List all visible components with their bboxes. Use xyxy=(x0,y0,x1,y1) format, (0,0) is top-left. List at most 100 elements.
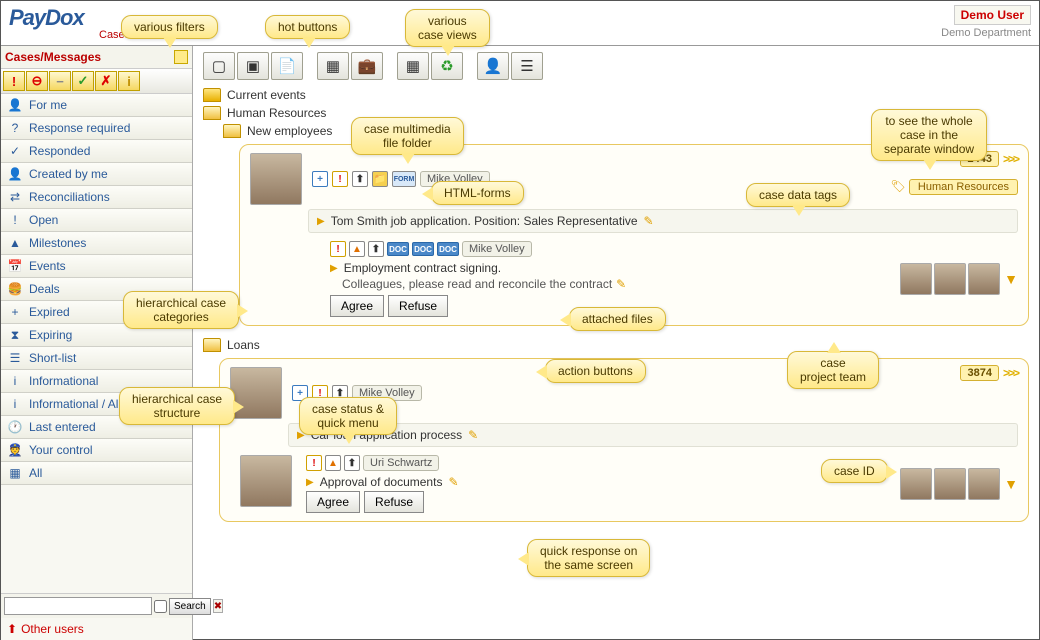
search-checkbox[interactable] xyxy=(154,600,167,613)
toolbar-group-view: ▦ ♻ xyxy=(397,52,463,80)
tb-new-sub-button[interactable]: ▣ xyxy=(237,52,269,80)
tree-root[interactable]: Current events xyxy=(203,88,1029,102)
subcase-author[interactable]: Mike Volley xyxy=(462,241,532,257)
filter-label: Response required xyxy=(29,121,130,135)
search-input[interactable] xyxy=(4,597,152,615)
status-icon[interactable]: ! xyxy=(306,455,322,471)
tb-list-button[interactable]: ☰ xyxy=(511,52,543,80)
tb-new-case-button[interactable]: ▢ xyxy=(203,52,235,80)
cone-icon[interactable]: ▲ xyxy=(349,241,365,257)
sidebar-filter-item[interactable]: ▲Milestones xyxy=(1,232,192,255)
expand-button[interactable]: + xyxy=(312,171,328,187)
callout-hier-cat: hierarchical case categories xyxy=(123,291,239,329)
refuse-button[interactable]: Refuse xyxy=(364,491,424,513)
doc-icon[interactable]: DOC xyxy=(437,242,459,256)
doc-icon[interactable]: DOC xyxy=(412,242,434,256)
subcase-title: Approval of documents xyxy=(320,475,443,489)
hot-button[interactable]: ! xyxy=(3,71,25,91)
other-users-link[interactable]: ⬆ Other users xyxy=(1,618,192,640)
subcase-author[interactable]: Uri Schwartz xyxy=(363,455,439,471)
agree-button[interactable]: Agree xyxy=(306,491,360,513)
team-avatar[interactable] xyxy=(900,263,932,295)
subcase-title-row[interactable]: ▶ Employment contract signing. xyxy=(330,261,892,275)
tb-user-delete-button[interactable]: 👤 xyxy=(477,52,509,80)
hot-button[interactable]: − xyxy=(49,71,71,91)
avatar[interactable] xyxy=(250,153,302,205)
filter-icon: + xyxy=(7,305,23,319)
open-window-icon[interactable]: >>> xyxy=(1003,366,1018,380)
sub-case: ! ▲ ⬆ DOC DOC DOC Mike Volley ▶ Employme… xyxy=(330,241,1018,317)
hot-button[interactable]: i xyxy=(118,71,140,91)
edit-icon[interactable]: ✎ xyxy=(616,277,626,291)
refuse-button[interactable]: Refuse xyxy=(388,295,448,317)
callout-actions: action buttons xyxy=(545,359,646,383)
sidebar-filter-item[interactable]: ⇄Reconciliations xyxy=(1,186,192,209)
filter-label: Short-list xyxy=(29,351,76,365)
tb-calendar-button[interactable]: ▦ xyxy=(317,52,349,80)
case-id-badge[interactable]: 3874 xyxy=(960,365,998,381)
tb-grid-view-button[interactable]: ▦ xyxy=(397,52,429,80)
tb-refresh-button[interactable]: ♻ xyxy=(431,52,463,80)
toolbar: ▢ ▣ 📄 ▦ 💼 ▦ ♻ 👤 ☰ xyxy=(203,52,1029,80)
team-avatar[interactable] xyxy=(934,468,966,500)
up-button[interactable]: ⬆ xyxy=(344,455,360,471)
case-tag[interactable]: Human Resources xyxy=(909,179,1018,195)
filter-icon: 👤 xyxy=(7,167,23,181)
sub-case-head: ! ▲ ⬆ DOC DOC DOC Mike Volley xyxy=(330,241,892,257)
note-icon[interactable] xyxy=(174,50,188,64)
folder-button[interactable]: 📁 xyxy=(372,171,388,187)
project-team[interactable]: ▼ xyxy=(900,241,1018,317)
agree-button[interactable]: Agree xyxy=(330,295,384,317)
edit-icon[interactable]: ✎ xyxy=(644,214,654,228)
form-button[interactable]: FORM xyxy=(392,171,416,187)
sidebar-filter-item[interactable]: ?Response required xyxy=(1,117,192,140)
filter-label: Informational / All xyxy=(29,397,121,411)
team-expand-icon[interactable]: ▼ xyxy=(1004,476,1018,492)
up-button[interactable]: ⬆ xyxy=(368,241,384,257)
hot-button[interactable]: ✓ xyxy=(72,71,94,91)
doc-icon[interactable]: DOC xyxy=(387,242,409,256)
filter-label: Reconciliations xyxy=(29,190,110,204)
other-users-label: Other users xyxy=(21,622,84,636)
team-expand-icon[interactable]: ▼ xyxy=(1004,271,1018,287)
avatar[interactable] xyxy=(240,455,292,507)
open-window-icon[interactable]: >>> xyxy=(1003,152,1018,166)
sidebar-filter-item[interactable]: !Open xyxy=(1,209,192,232)
sidebar-filter-item[interactable]: 👤Created by me xyxy=(1,163,192,186)
sidebar-title[interactable]: Cases/Messages xyxy=(5,50,174,64)
filter-icon: i xyxy=(7,374,23,388)
edit-icon[interactable]: ✎ xyxy=(468,428,478,442)
hot-button[interactable]: ⊖ xyxy=(26,71,48,91)
team-avatar[interactable] xyxy=(900,468,932,500)
status-icon[interactable]: ! xyxy=(332,171,348,187)
sidebar-filter-item[interactable]: 👤For me xyxy=(1,94,192,117)
case-title-row[interactable]: ▶ Tom Smith job application. Position: S… xyxy=(308,209,1018,233)
sidebar-filter-item[interactable]: ▦All xyxy=(1,462,192,485)
filter-icon: 👤 xyxy=(7,98,23,112)
up-button[interactable]: ⬆ xyxy=(352,171,368,187)
sidebar-filter-item[interactable]: 📅Events xyxy=(1,255,192,278)
edit-icon[interactable]: ✎ xyxy=(448,475,458,489)
sidebar-filter-item[interactable]: ✓Responded xyxy=(1,140,192,163)
team-avatar[interactable] xyxy=(934,263,966,295)
project-team[interactable]: ▼ xyxy=(900,455,1018,513)
user-name[interactable]: Demo User xyxy=(954,5,1031,25)
tree-cat-loans[interactable]: Loans xyxy=(203,338,1029,352)
filter-icon: ▲ xyxy=(7,236,23,250)
filter-label: All xyxy=(29,466,42,480)
tb-new-doc-button[interactable]: 📄 xyxy=(271,52,303,80)
team-avatar[interactable] xyxy=(968,263,1000,295)
tri-icon: ▶ xyxy=(330,263,338,274)
tree-cat-label: Human Resources xyxy=(227,106,326,120)
tb-briefcase-button[interactable]: 💼 xyxy=(351,52,383,80)
cone-icon[interactable]: ▲ xyxy=(325,455,341,471)
hot-button[interactable]: ✗ xyxy=(95,71,117,91)
case-title-row[interactable]: ▶ Car loan application process ✎ xyxy=(288,423,1018,447)
filters-list: 👤For me?Response required✓Responded👤Crea… xyxy=(1,94,192,593)
team-avatar[interactable] xyxy=(968,468,1000,500)
sidebar-filter-item[interactable]: ☰Short-list xyxy=(1,347,192,370)
status-icon[interactable]: ! xyxy=(330,241,346,257)
filter-icon: 📅 xyxy=(7,259,23,273)
sidebar-filter-item[interactable]: 👮Your control xyxy=(1,439,192,462)
subcase-title-row[interactable]: ▶ Approval of documents ✎ xyxy=(306,475,892,489)
